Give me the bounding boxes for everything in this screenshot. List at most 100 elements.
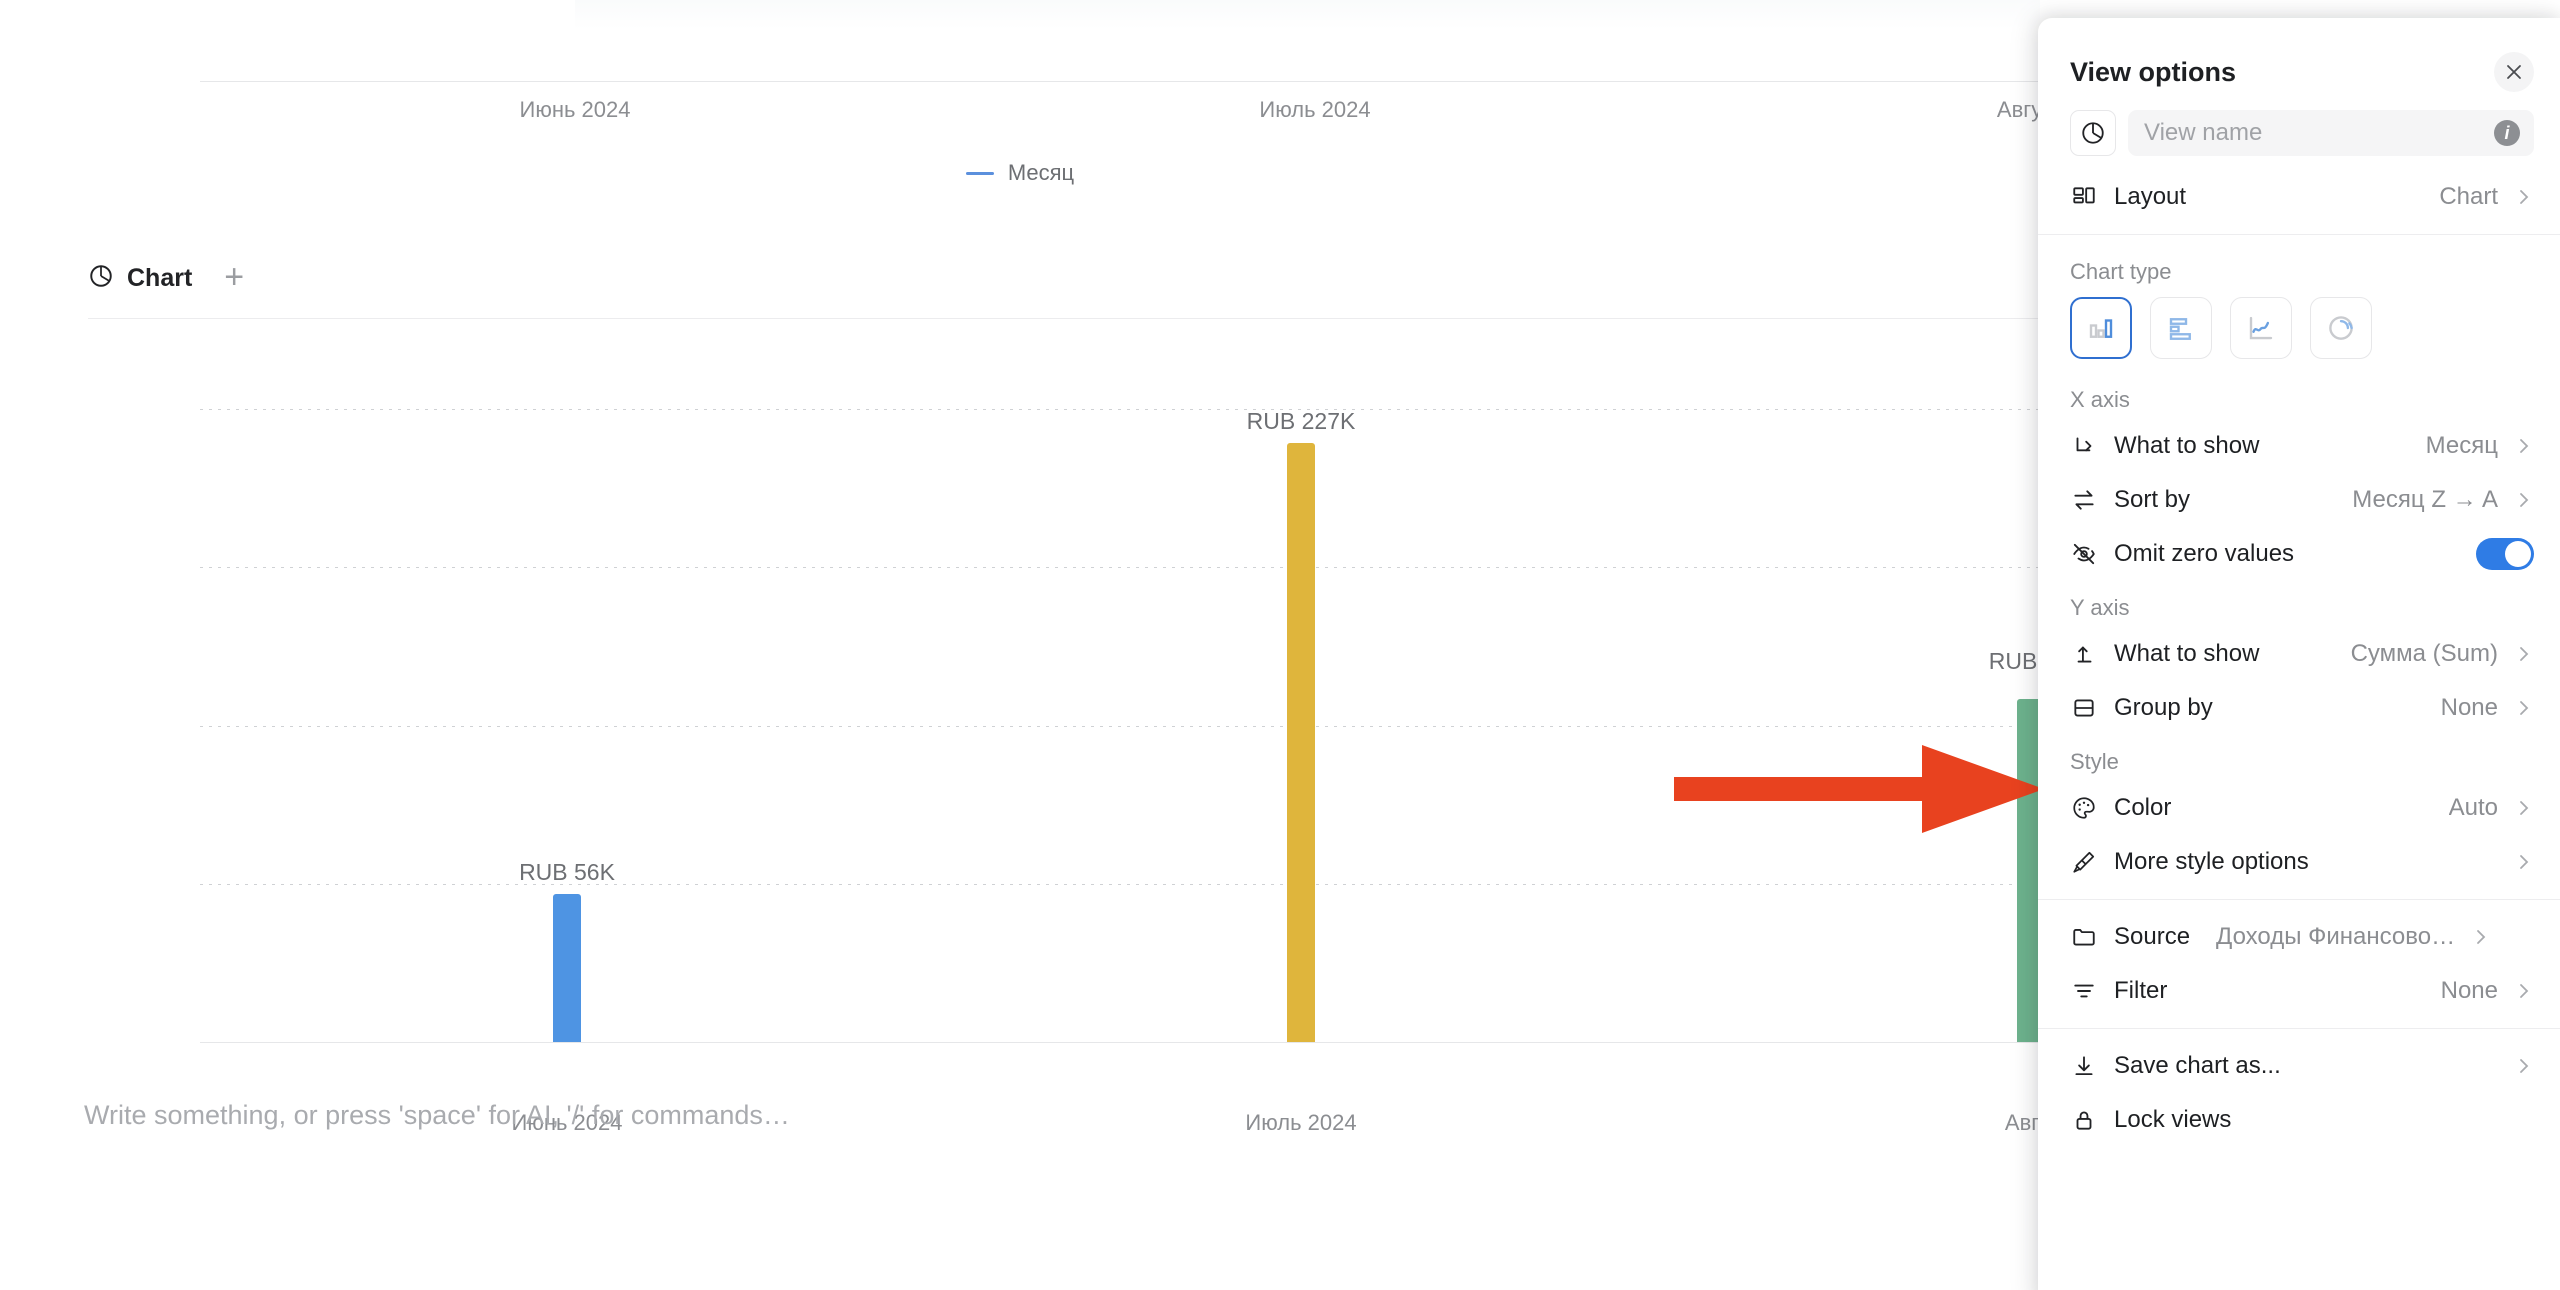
chevron-right-icon — [2514, 981, 2534, 1001]
add-tab-button[interactable]: + — [224, 260, 244, 294]
tab-bar-divider — [88, 318, 2040, 319]
group-by-label: Group by — [2114, 694, 2213, 721]
view-name-wrap: i — [2128, 110, 2534, 156]
top-shadow — [575, 0, 2040, 30]
gridline — [200, 884, 2040, 885]
gridline — [200, 409, 2040, 410]
layout-label: Layout — [2114, 183, 2187, 210]
pie-chart-icon[interactable] — [2070, 110, 2116, 156]
top-chart-clipped: RUB 0 Июнь 2024 Июль 2024 Август Месяц — [0, 0, 2063, 232]
app-root: RUB 0 Июнь 2024 Июль 2024 Август Месяц C… — [0, 0, 2560, 1290]
layout-value: Chart — [2439, 183, 2498, 210]
palette-icon — [2070, 794, 2098, 822]
row-layout[interactable]: Layout Chart — [2038, 170, 2560, 224]
top-chart-x-label: Июль 2024 — [1259, 97, 1371, 122]
toggle-knob — [2505, 541, 2531, 567]
legend-swatch-icon — [965, 171, 994, 175]
row-filter[interactable]: Filter None — [2038, 964, 2560, 1018]
view-name-input[interactable] — [2128, 110, 2534, 156]
brush-icon — [2070, 848, 2098, 876]
arrow-corner-right-icon — [2070, 432, 2098, 460]
omit-zero-values-label: Omit zero values — [2114, 540, 2295, 567]
filter-icon — [2070, 977, 2098, 1005]
bar-june[interactable] — [553, 894, 581, 1042]
top-axis-line — [200, 81, 2040, 82]
chevron-right-icon — [2514, 798, 2534, 818]
tab-chart-label: Chart — [127, 263, 193, 292]
donut-chart-icon[interactable] — [2310, 297, 2372, 359]
x-what-to-show-value: Месяц — [2425, 432, 2498, 459]
chevron-right-icon — [2514, 490, 2534, 510]
bar-chart-horizontal-icon[interactable] — [2150, 297, 2212, 359]
filter-value: None — [2440, 977, 2498, 1004]
legend-label: Месяц — [1007, 160, 1075, 185]
chevron-right-icon — [2471, 927, 2491, 947]
group-by-value: None — [2440, 694, 2498, 721]
chart-type-title: Chart type — [2070, 259, 2172, 284]
more-style-options-label: More style options — [2114, 848, 2309, 875]
chart-type-options — [2038, 291, 2560, 373]
bar-value-label: RUB 56K — [519, 859, 615, 885]
bar-july[interactable] — [1287, 443, 1315, 1042]
chevron-right-icon — [2514, 1056, 2534, 1076]
eye-off-icon — [2070, 540, 2098, 568]
source-label: Source — [2114, 923, 2191, 950]
chart-plot-area: RUB 240K RUB 180K RUB 120K RUB 60K RUB 0… — [200, 356, 2071, 1135]
gridline — [200, 567, 2040, 568]
bar-value-label: RUB 227K — [1246, 408, 1356, 434]
source-value: Доходы Финансово… — [2216, 923, 2456, 950]
chart-tab-bar: Chart + — [0, 235, 2040, 321]
close-icon[interactable] — [2494, 52, 2534, 92]
download-icon — [2070, 1052, 2098, 1080]
arrow-corner-up-icon — [2070, 640, 2098, 668]
color-label: Color — [2114, 794, 2172, 821]
row-source[interactable]: Source Доходы Финансово… — [2038, 910, 2560, 964]
chevron-right-icon — [2514, 644, 2534, 664]
row-lock-views[interactable]: Lock views — [2038, 1093, 2560, 1147]
view-name-row: i — [2038, 110, 2560, 156]
row-group-by[interactable]: Group by None — [2038, 681, 2560, 735]
row-color[interactable]: Color Auto — [2038, 781, 2560, 835]
top-chart-legend: Месяц — [0, 160, 2040, 186]
bar-chart-vertical-icon[interactable] — [2070, 297, 2132, 359]
row-sort-by[interactable]: Sort by Месяц Z → A — [2038, 473, 2560, 527]
top-chart-x-label: Июнь 2024 — [519, 97, 631, 122]
sort-by-label: Sort by — [2114, 486, 2191, 513]
axis-baseline — [200, 1042, 2040, 1043]
save-chart-as-label: Save chart as... — [2114, 1052, 2281, 1079]
sort-swap-icon — [2070, 486, 2098, 514]
view-options-panel: View options i — [2038, 18, 2560, 1290]
chevron-right-icon — [2514, 187, 2534, 207]
chevron-right-icon — [2514, 698, 2534, 718]
gridline — [200, 726, 2040, 727]
pie-chart-icon — [88, 263, 114, 294]
row-more-style-options[interactable]: More style options — [2038, 835, 2560, 889]
sort-by-value: Месяц Z → A — [2352, 486, 2498, 513]
line-chart-icon[interactable] — [2230, 297, 2292, 359]
divider — [2038, 899, 2560, 900]
lock-views-label: Lock views — [2114, 1106, 2232, 1133]
info-icon[interactable]: i — [2494, 120, 2520, 146]
panel-title: View options — [2070, 56, 2237, 87]
style-title: Style — [2070, 749, 2119, 774]
red-arrow — [1674, 745, 2044, 833]
rows-icon — [2070, 694, 2098, 722]
divider — [2038, 1028, 2560, 1029]
row-y-what-to-show[interactable]: What to show Сумма (Sum) — [2038, 627, 2560, 681]
x-what-to-show-label: What to show — [2114, 432, 2260, 459]
x-tick-label: Июль 2024 — [1245, 1110, 1357, 1135]
x-axis-title: X axis — [2070, 387, 2130, 412]
editor-placeholder[interactable]: Write something, or press 'space' for AI… — [84, 1100, 790, 1131]
panel-header: View options — [2038, 18, 2560, 110]
lock-icon — [2070, 1106, 2098, 1134]
folder-icon — [2070, 923, 2098, 951]
main-chart: RUB 240K RUB 180K RUB 120K RUB 60K RUB 0… — [0, 322, 2071, 1135]
omit-zero-values-toggle[interactable] — [2476, 538, 2534, 570]
row-save-chart-as[interactable]: Save chart as... — [2038, 1039, 2560, 1093]
row-x-what-to-show[interactable]: What to show Месяц — [2038, 419, 2560, 473]
divider — [2038, 234, 2560, 235]
chevron-right-icon — [2514, 436, 2534, 456]
y-what-to-show-value: Сумма (Sum) — [2350, 640, 2498, 667]
row-omit-zero-values[interactable]: Omit zero values — [2038, 527, 2560, 581]
tab-chart[interactable]: Chart — [88, 263, 192, 294]
